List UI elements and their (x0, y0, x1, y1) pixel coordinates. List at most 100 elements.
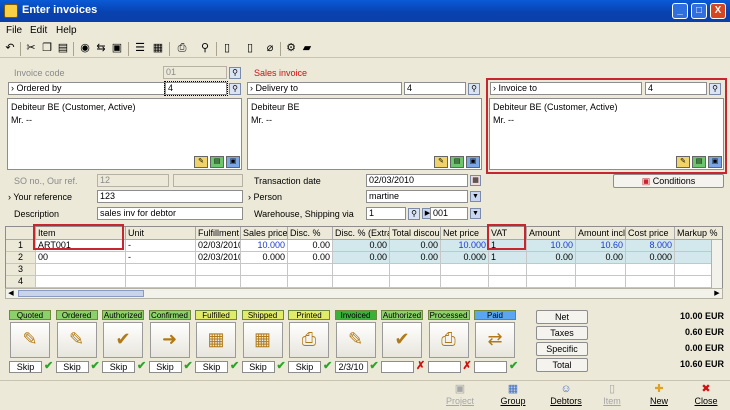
minimize-button[interactable]: _ (672, 3, 688, 19)
col-amount-incl[interactable]: Amount incl (576, 227, 626, 240)
grid-cell[interactable]: 0.00 (390, 240, 441, 252)
grid-cell[interactable] (576, 276, 626, 288)
totals-taxes-button[interactable]: Taxes (536, 326, 588, 340)
shipping-via-field[interactable]: 001 (430, 207, 468, 220)
grid-cell[interactable] (126, 276, 196, 288)
grid-cell[interactable] (196, 264, 241, 276)
status-skip-field[interactable] (474, 361, 507, 373)
binoculars-icon[interactable]: ◉ (78, 42, 92, 55)
status-skip-field[interactable]: Skip (288, 361, 321, 373)
processed-printer-icon[interactable]: ⎙ (428, 322, 469, 358)
status-skip-field[interactable]: Skip (241, 361, 275, 373)
scroll-right-icon[interactable]: ▶ (712, 289, 722, 298)
grid-cell[interactable] (626, 276, 675, 288)
delivery-to-selector[interactable]: › Delivery to (247, 82, 402, 95)
status-skip-field[interactable] (381, 361, 414, 373)
quote-doc-icon[interactable]: ✎ (10, 322, 50, 358)
link-icon[interactable]: ⇆ (94, 42, 108, 55)
grid-cell[interactable]: 10.60 (576, 240, 626, 252)
status-skip-field[interactable]: Skip (148, 361, 182, 373)
invoice-doc-icon[interactable]: ✎ (335, 322, 376, 358)
your-reference-field[interactable]: 123 (97, 190, 243, 203)
book-icon[interactable]: ▰ (300, 42, 314, 55)
status-skip-field[interactable]: 2/3/10 (334, 361, 368, 373)
undo-icon[interactable]: ↶ (3, 42, 17, 55)
conditions-button[interactable]: ▣ Conditions (613, 174, 724, 188)
grid-cell[interactable]: 0.00 (333, 240, 390, 252)
grid-cell[interactable]: 0.000 (241, 252, 288, 264)
grid-cell[interactable] (241, 276, 288, 288)
person-dropdown-icon[interactable]: ▼ (470, 191, 481, 202)
document-icon[interactable]: ▯ (220, 42, 234, 55)
close-window-button[interactable]: X (710, 3, 726, 19)
menu-edit[interactable]: Edit (30, 25, 47, 36)
totals-net-button[interactable]: Net (536, 310, 588, 324)
printer-icon[interactable]: ⎙ (289, 322, 329, 358)
status-skip-field[interactable]: Skip (55, 361, 89, 373)
col-fulfillment[interactable]: Fulfillment (196, 227, 241, 240)
order-doc-icon[interactable]: ✎ (56, 322, 97, 358)
table-icon[interactable]: ▦ (151, 42, 165, 55)
person-label[interactable]: › Person (248, 192, 282, 202)
grid-vertical-scrollbar[interactable] (711, 240, 722, 288)
grid-cell[interactable]: 0.00 (390, 252, 441, 264)
grid-cell[interactable] (441, 264, 489, 276)
person-field[interactable]: martine (366, 190, 468, 203)
grid-cell[interactable]: 0.000 (441, 252, 489, 264)
warehouse-search-icon[interactable]: ⚲ (408, 208, 420, 220)
paste-icon[interactable]: ▤ (56, 42, 70, 55)
authorized-invoice-icon[interactable]: ✔ (382, 322, 422, 358)
authorized-doc-icon[interactable]: ✔ (103, 322, 143, 358)
ordered-by-selector[interactable]: › Ordered by (8, 82, 165, 95)
status-skip-field[interactable]: Skip (195, 361, 228, 373)
map-icon[interactable]: ▣ (466, 156, 480, 168)
grid-cell[interactable] (126, 264, 196, 276)
grid-cell[interactable] (527, 264, 576, 276)
status-skip-field[interactable]: Skip (102, 361, 135, 373)
contact-card-icon[interactable]: ▤ (210, 156, 224, 168)
grid-cell[interactable] (390, 276, 441, 288)
grid-cell[interactable]: - (126, 252, 196, 264)
scroll-left-icon[interactable]: ◀ (6, 289, 16, 298)
grid-cell[interactable]: 0.00 (576, 252, 626, 264)
cut-icon[interactable]: ✂ (24, 42, 38, 55)
grid-cell[interactable]: - (126, 240, 196, 252)
grid-cell[interactable] (626, 264, 675, 276)
map-icon[interactable]: ▣ (226, 156, 240, 168)
status-skip-field[interactable] (427, 361, 461, 373)
warehouse-field[interactable]: 1 (366, 207, 406, 220)
delivery-to-search-icon[interactable]: ⚲ (468, 83, 480, 95)
settings-icon[interactable]: ⚙ (284, 42, 298, 55)
col-unit[interactable]: Unit (126, 227, 196, 240)
item-button[interactable]: ▯ Item (590, 382, 634, 408)
grid-cell[interactable]: 10.000 (441, 240, 489, 252)
calendar-icon[interactable]: ▦ (470, 175, 481, 186)
grid-cell[interactable] (527, 276, 576, 288)
menu-help[interactable]: Help (56, 25, 77, 36)
new-button[interactable]: ✚ New (637, 382, 681, 408)
grid-cell[interactable] (196, 276, 241, 288)
col-disc[interactable]: Disc. % (288, 227, 333, 240)
group-button[interactable]: ▦ Group (491, 382, 535, 408)
grid-cell[interactable]: 0.000 (626, 252, 675, 264)
col-net-price[interactable]: Net price (441, 227, 489, 240)
grid-cell[interactable] (36, 264, 126, 276)
transaction-date-field[interactable]: 02/03/2010 (366, 174, 468, 187)
grid-cell[interactable]: 02/03/2010 (196, 240, 241, 252)
row-number[interactable]: 3 (6, 264, 36, 276)
notes-icon[interactable]: ▯ (243, 42, 257, 55)
totals-total-button[interactable]: Total (536, 358, 588, 372)
grid-cell[interactable] (288, 276, 333, 288)
grid-cell[interactable] (441, 276, 489, 288)
grid-cell[interactable] (36, 276, 126, 288)
grid-cell[interactable] (333, 276, 390, 288)
grid-cell[interactable] (390, 264, 441, 276)
ordered-by-field[interactable]: 4 (164, 81, 228, 96)
grid-cell[interactable]: 0.00 (527, 252, 576, 264)
debtors-button[interactable]: ☺ Debtors (544, 382, 588, 408)
grid-cell[interactable]: 1 (489, 252, 527, 264)
grid-cell[interactable]: 0.00 (288, 252, 333, 264)
grid-cell[interactable] (576, 264, 626, 276)
grid-cell[interactable]: 0.00 (288, 240, 333, 252)
grid-cell[interactable] (288, 264, 333, 276)
